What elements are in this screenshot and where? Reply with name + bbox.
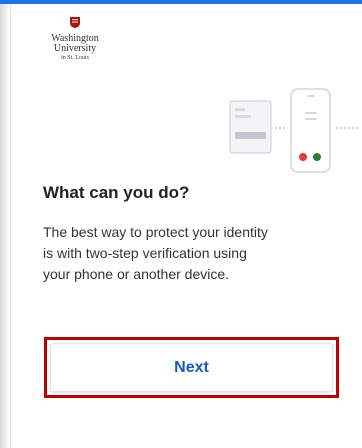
- device-illustration-icon: [229, 88, 358, 173]
- university-logo: Washington University in St. Louis: [40, 17, 110, 61]
- description-text: The best way to protect your identity is…: [43, 222, 323, 285]
- page-title: What can you do?: [43, 183, 190, 202]
- description-line: is with two-step verification using: [43, 245, 247, 261]
- logo-line-2: University: [53, 43, 97, 54]
- next-button[interactable]: Next: [50, 343, 333, 392]
- window-edge-shadow: [0, 0, 10, 448]
- description-line: The best way to protect your identity: [43, 224, 268, 240]
- duo-prompt-window: Washington University in St. Louis What …: [0, 0, 362, 448]
- description-line: your phone or another device.: [43, 266, 230, 282]
- crest-icon: [70, 17, 80, 28]
- logo-line-3: in St. Louis: [61, 55, 89, 61]
- next-button-highlight: Next: [44, 337, 339, 398]
